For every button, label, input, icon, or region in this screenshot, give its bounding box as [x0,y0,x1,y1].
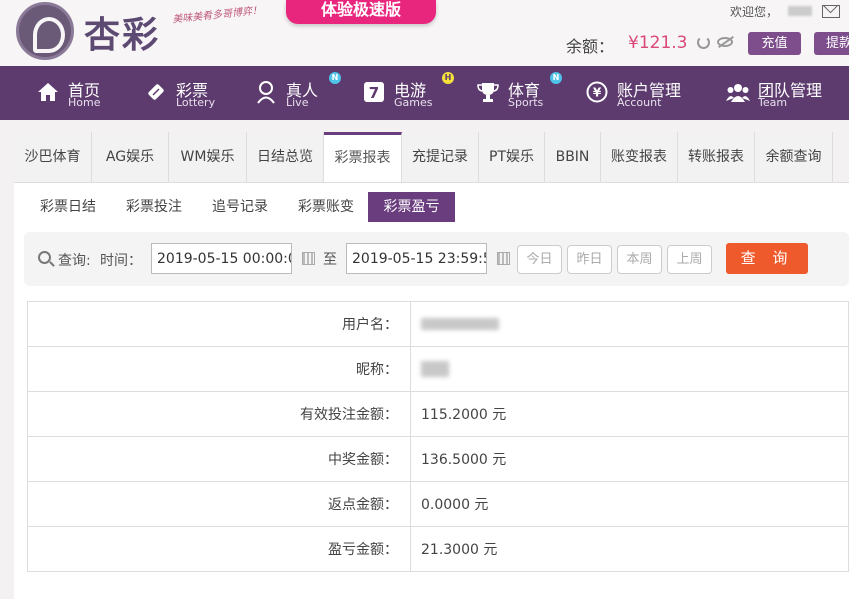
rebate-label: 返点金额： [27,481,411,527]
calendar-icon[interactable] [497,252,510,265]
nav-sublabel: Games [394,96,433,109]
table-row: 返点金额： 0.0000 元 [27,481,849,527]
svg-text:¥: ¥ [593,86,602,100]
tab-lottery-report[interactable]: 彩票报表 [324,132,402,182]
promo-button[interactable]: 体验极速版 [286,0,436,24]
end-date-input[interactable] [346,243,487,274]
tab-daily-overview[interactable]: 日结总览 [247,132,324,182]
balance-label: 余额： [566,37,615,56]
profit-loss-label: 盈亏金额： [27,526,411,572]
subtab-chase-records[interactable]: 追号记录 [202,192,278,222]
nav-sublabel: Home [68,96,101,109]
valid-bet-label: 有效投注金额： [27,391,411,437]
profit-loss-value: 21.3000 元 [410,526,849,572]
tab-account-change[interactable]: 账变报表 [601,132,678,182]
tab-transfer-report[interactable]: 转账报表 [678,132,755,182]
nav-item-sports[interactable]: 体育 Sports [476,66,556,120]
logo-text[interactable]: 杏彩 [84,6,160,58]
time-label: 时间： [100,253,142,269]
home-icon [36,80,60,104]
nav-sublabel: Live [286,96,309,109]
trophy-icon [476,80,500,104]
slogan: 美味美肴多哥博弈！ [171,5,263,26]
nav-sublabel: Lottery [176,96,216,109]
new-badge: N [550,72,562,84]
redacted-text [421,318,499,330]
tab-ag[interactable]: AG娱乐 [92,132,169,182]
nav-sublabel: Sports [508,96,544,109]
subtab-lottery-profit-loss[interactable]: 彩票盈亏 [368,192,455,222]
nav-item-lottery[interactable]: 彩票 Lottery [144,66,224,120]
nav-item-games[interactable]: 7 电游 Games [362,66,442,120]
tab-bbin[interactable]: BBIN [545,132,601,182]
table-row: 昵称： [27,346,849,392]
balance-value: ¥121.3 [628,33,688,53]
recharge-button[interactable]: 充值 [748,32,801,55]
query-button[interactable]: 查 询 [726,243,808,274]
redacted-text [421,361,449,377]
hot-badge: H [442,72,454,84]
start-date-input[interactable] [151,243,292,274]
username-value [410,301,849,347]
tab-balance-query[interactable]: 余额查询 [755,132,833,182]
profit-loss-table: 用户名： 昵称： 有效投注金额： 115.2000 元 中奖金额： 136.50… [27,301,849,572]
calendar-icon[interactable] [302,252,315,265]
header: 杏彩 美味美肴多哥博弈！ 体验极速版 欢迎您， 余额： ¥121.3 充值 提款 [0,0,849,66]
this-week-button[interactable]: 本周 [617,245,662,274]
hide-balance-icon[interactable] [717,37,733,47]
winning-value: 136.5000 元 [410,436,849,482]
table-row: 有效投注金额： 115.2000 元 [27,391,849,437]
username-redacted [788,6,812,16]
table-row: 盈亏金额： 21.3000 元 [27,526,849,572]
yesterday-button[interactable]: 昨日 [567,245,612,274]
tab-pt[interactable]: PT娱乐 [479,132,545,182]
nickname-value [410,346,849,392]
welcome-text: 欢迎您， [730,5,779,19]
range-separator: 至 [323,252,337,268]
username-label: 用户名： [27,301,411,347]
nav-item-live[interactable]: 真人 Live [254,66,334,120]
winning-label: 中奖金额： [27,436,411,482]
svg-text:7: 7 [369,84,379,102]
dealer-icon [254,80,278,104]
subtab-lottery-daily[interactable]: 彩票日结 [30,192,106,222]
subtab-lottery-bets[interactable]: 彩票投注 [116,192,192,222]
nav-item-account[interactable]: ¥ 账户管理 Account [585,66,695,120]
tab-wm[interactable]: WM娱乐 [169,132,247,182]
search-icon [38,251,51,264]
slot-icon: 7 [362,80,386,104]
nickname-label: 昵称： [27,346,411,392]
subtab-lottery-account-change[interactable]: 彩票账变 [288,192,364,222]
last-week-button[interactable]: 上周 [667,245,712,274]
nav-sublabel: Team [758,96,788,109]
mail-icon[interactable] [822,5,840,18]
tab-deposit-withdraw[interactable]: 充提记录 [402,132,479,182]
team-icon [726,80,750,104]
rebate-value: 0.0000 元 [410,481,849,527]
query-label: 查询: [58,253,91,269]
tab-saba-sports[interactable]: 沙巴体育 [14,132,92,182]
logo-icon[interactable] [16,2,74,60]
nav-item-home[interactable]: 首页 Home [36,66,116,120]
nav-sublabel: Account [617,96,662,109]
withdraw-button[interactable]: 提款 [814,32,849,55]
yen-icon: ¥ [585,80,609,104]
main-nav: 首页 Home 彩票 Lottery 真人 Live N 7 电游 Games … [0,66,849,120]
table-row: 中奖金额： 136.5000 元 [27,436,849,482]
today-button[interactable]: 今日 [517,245,562,274]
nav-item-team[interactable]: 团队管理 Team [726,66,836,120]
valid-bet-value: 115.2000 元 [410,391,849,437]
ticket-icon [144,80,168,104]
table-row: 用户名： [27,301,849,347]
refresh-icon[interactable] [697,36,710,49]
new-badge: N [329,72,341,84]
